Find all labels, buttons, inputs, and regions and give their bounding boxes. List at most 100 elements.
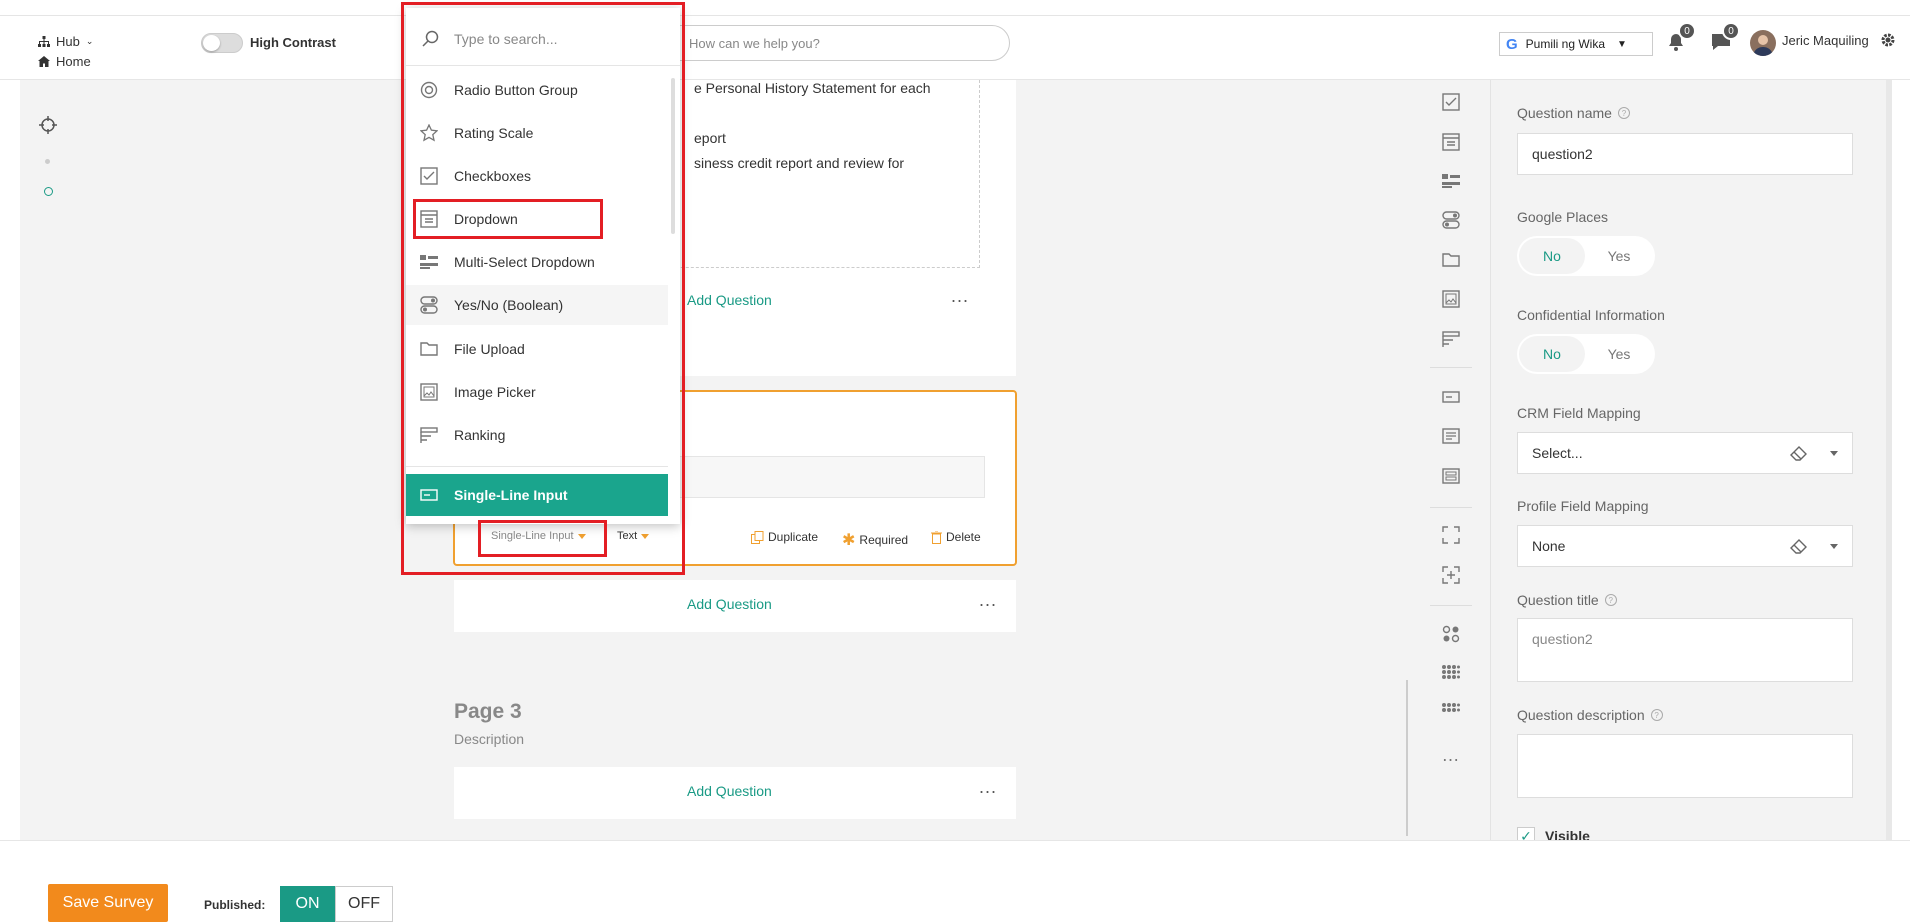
eraser-icon[interactable] (1790, 538, 1808, 554)
more-options-button[interactable]: ... (979, 590, 997, 611)
user-name[interactable]: Jeric Maquiling (1782, 33, 1869, 48)
add-question-button[interactable]: Add Question (687, 292, 772, 308)
matrix-dropdown-icon[interactable] (1440, 661, 1462, 683)
question-type-selector[interactable]: Single-Line Input (491, 530, 586, 542)
type-option-dropdown[interactable]: Dropdown (406, 199, 668, 239)
help-icon[interactable]: ? (1604, 594, 1617, 606)
avatar[interactable] (1750, 30, 1776, 56)
more-tools-icon[interactable]: … (1440, 744, 1462, 766)
type-option-rating-scale[interactable]: Rating Scale (406, 113, 668, 153)
delete-button[interactable]: Delete (931, 530, 981, 544)
add-panel-icon[interactable] (1440, 564, 1462, 586)
google-places-no[interactable]: No (1519, 238, 1585, 274)
home-label: Home (56, 54, 91, 69)
page-nav-dot[interactable] (45, 159, 50, 164)
more-options-button[interactable]: ... (951, 286, 969, 307)
matrix-dynamic-icon[interactable] (1440, 699, 1462, 721)
language-selector[interactable]: G Pumili ng Wika ▼ (1499, 32, 1653, 56)
profile-field-mapping-label: Profile Field Mapping (1517, 498, 1649, 514)
question-text-line: siness credit report and review for (694, 155, 905, 171)
confidential-yes[interactable]: Yes (1585, 346, 1653, 362)
type-option-single-line-input[interactable]: Single-Line Input (406, 474, 668, 516)
required-button[interactable]: ✱ Required (842, 530, 908, 550)
question-text-line: e Personal History Statement for each (694, 80, 931, 96)
google-places-label: Google Places (1517, 209, 1609, 225)
question-description-input[interactable] (1517, 734, 1853, 798)
google-places-toggle[interactable]: No Yes (1517, 236, 1655, 276)
question-name-input[interactable]: question2 (1517, 133, 1853, 175)
page-nav-dot-active[interactable] (44, 187, 53, 196)
add-question-card: Add Question ... (454, 580, 1016, 632)
add-question-button[interactable]: Add Question (687, 783, 772, 799)
google-places-yes[interactable]: Yes (1585, 248, 1653, 264)
ranking-icon[interactable] (1440, 328, 1462, 350)
question-name-label: Question name? (1517, 105, 1630, 121)
image-icon[interactable] (1440, 288, 1462, 310)
help-icon[interactable]: ? (1617, 107, 1630, 119)
expand-icon[interactable] (1440, 524, 1462, 546)
folder-icon[interactable] (1440, 249, 1462, 271)
single-line-input-icon[interactable] (1440, 386, 1462, 408)
notifications-button[interactable]: 0 (1666, 22, 1696, 57)
type-option-boolean[interactable]: Yes/No (Boolean) (406, 285, 668, 325)
duplicate-button[interactable]: Duplicate (751, 530, 818, 544)
type-option-multi-select-dropdown[interactable]: Multi-Select Dropdown (406, 242, 668, 282)
star-icon (420, 124, 438, 142)
home-icon (38, 56, 50, 67)
chevron-down-icon[interactable] (1830, 451, 1838, 456)
settings-button[interactable] (1880, 32, 1896, 53)
messages-button[interactable]: 0 (1710, 22, 1740, 57)
single-line-input-icon (420, 489, 438, 501)
type-option-file-upload[interactable]: File Upload (406, 329, 668, 369)
help-icon[interactable]: ? (1650, 709, 1663, 721)
question-title-input[interactable]: question2 (1517, 618, 1853, 682)
crm-field-mapping-select[interactable]: Select... (1517, 432, 1853, 474)
question-title-label: Question title? (1517, 592, 1617, 608)
dropdown-arrow-icon: ▼ (1617, 38, 1627, 50)
hub-menu[interactable]: Hub ⌄ (38, 34, 93, 49)
confidential-toggle[interactable]: No Yes (1517, 334, 1655, 374)
confidential-label: Confidential Information (1517, 307, 1665, 323)
type-option-checkboxes[interactable]: Checkboxes (406, 156, 668, 196)
chevron-down-icon[interactable] (1830, 544, 1838, 549)
type-option-ranking[interactable]: Ranking (406, 415, 668, 455)
copy-icon (751, 530, 764, 544)
crosshair-icon[interactable] (38, 115, 58, 140)
question-text-line: eport (694, 130, 726, 146)
page-description[interactable]: Description (454, 731, 524, 747)
multiselect-icon[interactable] (1440, 170, 1462, 192)
published-on-button[interactable]: ON (280, 886, 335, 922)
type-option-image-picker[interactable]: Image Picker (406, 372, 668, 412)
type-search-input[interactable]: Type to search... (406, 12, 680, 66)
question-description-label: Question description? (1517, 707, 1663, 723)
trash-icon (931, 530, 942, 544)
image-icon (420, 383, 438, 401)
comment-icon[interactable] (1440, 425, 1462, 447)
help-search-input[interactable]: How can we help you? (660, 25, 1010, 61)
published-off-button[interactable]: OFF (335, 886, 393, 922)
checkbox-icon (420, 167, 438, 185)
checkbox-icon[interactable] (1440, 91, 1462, 113)
dropdown-icon[interactable] (1440, 131, 1462, 153)
dropdown-scrollbar[interactable] (671, 78, 675, 234)
ranking-icon (420, 427, 438, 443)
high-contrast-toggle[interactable] (201, 33, 243, 53)
confidential-no[interactable]: No (1519, 336, 1585, 372)
input-type-selector[interactable]: Text (617, 530, 650, 542)
multiselect-icon (420, 255, 438, 269)
eraser-icon[interactable] (1790, 445, 1808, 461)
boolean-icon[interactable] (1440, 209, 1462, 231)
radio-icon (420, 81, 438, 99)
caret-down-icon (641, 533, 650, 539)
save-survey-button[interactable]: Save Survey (48, 884, 168, 922)
type-option-radio-button-group[interactable]: Radio Button Group (406, 70, 668, 110)
add-question-button[interactable]: Add Question (687, 596, 772, 612)
profile-field-mapping-select[interactable]: None (1517, 525, 1853, 567)
properties-scrollbar[interactable] (1886, 80, 1892, 840)
more-options-button[interactable]: ... (979, 777, 997, 798)
home-link[interactable]: Home (38, 54, 91, 69)
matrix-icon[interactable] (1440, 623, 1462, 645)
multiple-text-icon[interactable] (1440, 465, 1462, 487)
boolean-icon (420, 296, 438, 314)
page-title[interactable]: Page 3 (454, 700, 522, 724)
